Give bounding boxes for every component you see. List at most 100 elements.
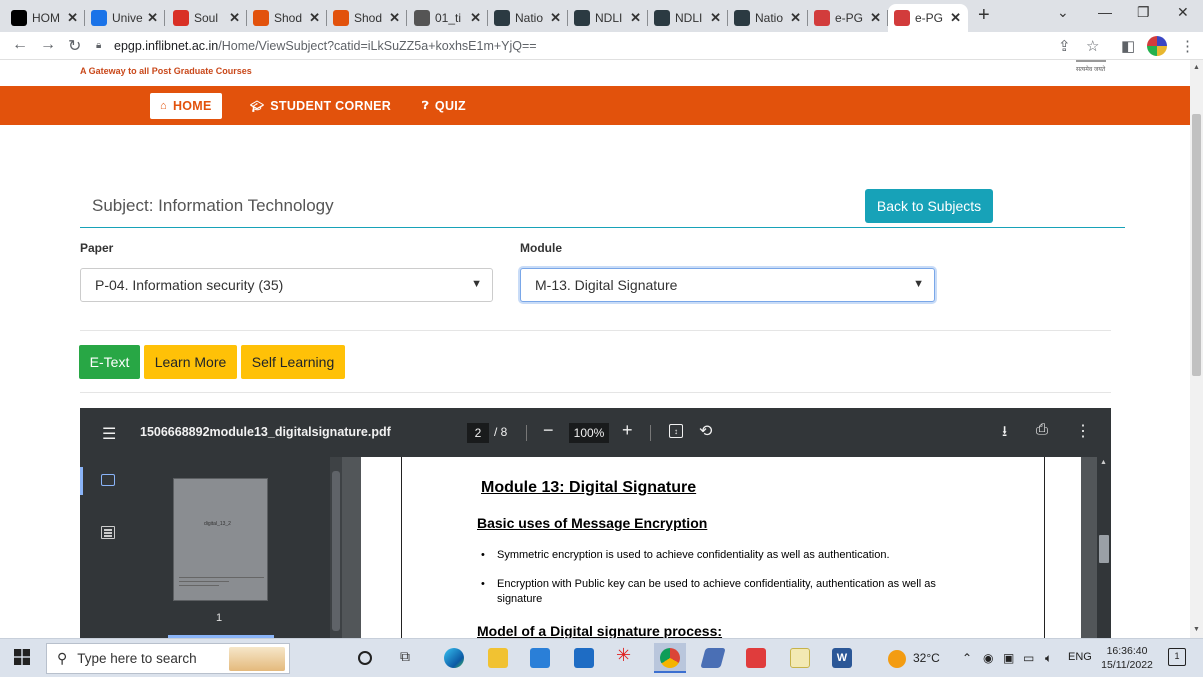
new-tab-button[interactable]: +: [978, 4, 990, 27]
notifications-icon[interactable]: 1: [1168, 648, 1186, 666]
mail-icon[interactable]: [574, 648, 594, 668]
browser-tab[interactable]: NDLI ✕: [648, 4, 728, 32]
toolbar-divider: [526, 425, 527, 441]
nav-student-corner-label: STUDENT CORNER: [270, 99, 392, 113]
side-panel-icon[interactable]: ◧: [1121, 37, 1135, 55]
page-thumbnail[interactable]: digital_13_2: [173, 478, 268, 601]
browser-tab[interactable]: 01_ti ✕: [408, 4, 488, 32]
scroll-up-icon[interactable]: ▲: [1100, 459, 1107, 466]
site-tagline: A Gateway to all Post Graduate Courses: [80, 66, 252, 76]
reload-icon[interactable]: ↻: [68, 36, 81, 56]
browser-tab[interactable]: Shod ✕: [247, 4, 327, 32]
volume-icon[interactable]: 🔈︎: [1045, 651, 1052, 666]
scroll-up-icon[interactable]: ▲: [1193, 64, 1200, 71]
tray-overflow-icon[interactable]: ⌃: [962, 651, 972, 665]
browser-tab[interactable]: Unive ✕: [85, 4, 165, 32]
thumbnail-line: [179, 585, 219, 586]
tab-search-icon[interactable]: ⌄: [1057, 4, 1069, 21]
browser-tab[interactable]: Soul ✕: [167, 4, 247, 32]
nav-quiz[interactable]: ❓︎ QUIZ: [412, 93, 476, 119]
close-tab-icon[interactable]: ✕: [389, 10, 400, 26]
download-icon[interactable]: ⭳: [1002, 421, 1007, 446]
thumbnail-line: [179, 581, 229, 582]
profile-avatar[interactable]: [1147, 36, 1167, 56]
rotate-icon[interactable]: ⟲: [699, 421, 712, 441]
close-tab-icon[interactable]: ✕: [470, 10, 481, 26]
close-tab-icon[interactable]: ✕: [67, 10, 78, 26]
language-indicator[interactable]: ENG: [1068, 651, 1092, 663]
browser-tab[interactable]: Natio ✕: [488, 4, 568, 32]
browser-tab[interactable]: e-PG ✕: [888, 4, 968, 32]
back-to-subjects-button[interactable]: Back to Subjects: [865, 189, 993, 223]
browser-menu-icon[interactable]: ⋮: [1180, 37, 1195, 55]
fit-to-page-icon[interactable]: ↕: [669, 424, 683, 438]
close-tab-icon[interactable]: ✕: [630, 10, 641, 26]
scrollbar-thumb[interactable]: [1192, 114, 1201, 376]
more-options-icon[interactable]: ⋮: [1075, 421, 1091, 441]
close-tab-icon[interactable]: ✕: [790, 10, 801, 26]
task-view-icon[interactable]: ⧉: [400, 648, 420, 668]
app-icon[interactable]: ✳: [616, 645, 636, 665]
share-icon[interactable]: ⇪: [1058, 37, 1071, 55]
system-clock[interactable]: 16:36:40 15/11/2022: [1096, 644, 1158, 672]
anydesk-icon[interactable]: [746, 648, 766, 668]
store-icon[interactable]: [530, 648, 550, 668]
word-icon[interactable]: W: [832, 648, 852, 668]
taskbar-search[interactable]: ⚲ Type here to search: [46, 643, 290, 674]
close-window-icon[interactable]: ✕: [1177, 4, 1189, 21]
close-tab-icon[interactable]: ✕: [710, 10, 721, 26]
zoom-input[interactable]: 100%: [569, 423, 609, 443]
url-field[interactable]: 🔒︎ epgp.inflibnet.ac.in/Home/ViewSubject…: [96, 35, 1106, 57]
windows-start-icon[interactable]: [14, 649, 34, 669]
chrome-icon[interactable]: [660, 648, 680, 668]
pdf-scrollbar[interactable]: ▲: [1097, 457, 1111, 638]
close-tab-icon[interactable]: ✕: [229, 10, 240, 26]
app-icon[interactable]: [700, 648, 726, 668]
self-learning-button[interactable]: Self Learning: [241, 345, 345, 379]
browser-tab[interactable]: HOM ✕: [5, 4, 85, 32]
notes-icon[interactable]: [790, 648, 810, 668]
nav-student-corner[interactable]: 🎓︎ STUDENT CORNER: [240, 93, 401, 119]
hamburger-menu-icon[interactable]: ☰: [102, 424, 116, 444]
minimize-icon[interactable]: —: [1098, 4, 1112, 20]
zoom-out-icon[interactable]: −: [543, 420, 554, 441]
tray-display-icon[interactable]: ▭: [1023, 651, 1034, 665]
outline-icon[interactable]: [101, 526, 115, 539]
page-number-input[interactable]: 2: [467, 423, 489, 443]
epg-icon: [814, 10, 830, 26]
print-icon[interactable]: ⎙: [1036, 421, 1048, 438]
browser-tab[interactable]: e-PG ✕: [808, 4, 888, 32]
forward-icon[interactable]: →: [40, 36, 56, 54]
close-tab-icon[interactable]: ✕: [950, 10, 961, 26]
module-select[interactable]: M-13. Digital Signature ▼: [520, 268, 935, 302]
bookmark-star-icon[interactable]: ☆: [1086, 37, 1099, 55]
close-tab-icon[interactable]: ✕: [870, 10, 881, 26]
home-icon: ⌂: [160, 100, 167, 112]
nav-home[interactable]: ⌂ HOME: [150, 93, 222, 119]
zoom-in-icon[interactable]: +: [622, 420, 633, 441]
thumbnails-icon[interactable]: [101, 474, 115, 486]
paper-select[interactable]: P-04. Information security (35) ▼: [80, 268, 493, 302]
web-page: A Gateway to all Post Graduate Courses स…: [0, 60, 1190, 638]
restore-icon[interactable]: ❐: [1137, 4, 1150, 21]
browser-tab[interactable]: Shod ✕: [327, 4, 407, 32]
tray-network-icon[interactable]: ▣: [1003, 651, 1014, 665]
back-icon[interactable]: ←: [12, 36, 28, 54]
close-tab-icon[interactable]: ✕: [309, 10, 320, 26]
edge-icon[interactable]: [444, 648, 464, 668]
tray-app-icon[interactable]: ◉: [983, 651, 993, 665]
close-tab-icon[interactable]: ✕: [147, 10, 158, 26]
cortana-icon[interactable]: [358, 651, 372, 665]
etext-button[interactable]: E-Text: [79, 345, 140, 379]
page-scrollbar[interactable]: ▲ ▼: [1190, 60, 1203, 638]
close-tab-icon[interactable]: ✕: [550, 10, 561, 26]
subject-title: Subject: Information Technology: [92, 196, 334, 215]
sidebar-scrollbar[interactable]: [330, 457, 342, 638]
scroll-down-icon[interactable]: ▼: [1193, 626, 1200, 633]
browser-tab[interactable]: Natio ✕: [728, 4, 808, 32]
weather-temp[interactable]: 32°C: [913, 651, 940, 665]
browser-tab[interactable]: NDLI ✕: [568, 4, 648, 32]
learn-more-button[interactable]: Learn More: [144, 345, 237, 379]
thumbnail-page-number: 1: [216, 612, 223, 624]
file-explorer-icon[interactable]: [488, 648, 508, 668]
